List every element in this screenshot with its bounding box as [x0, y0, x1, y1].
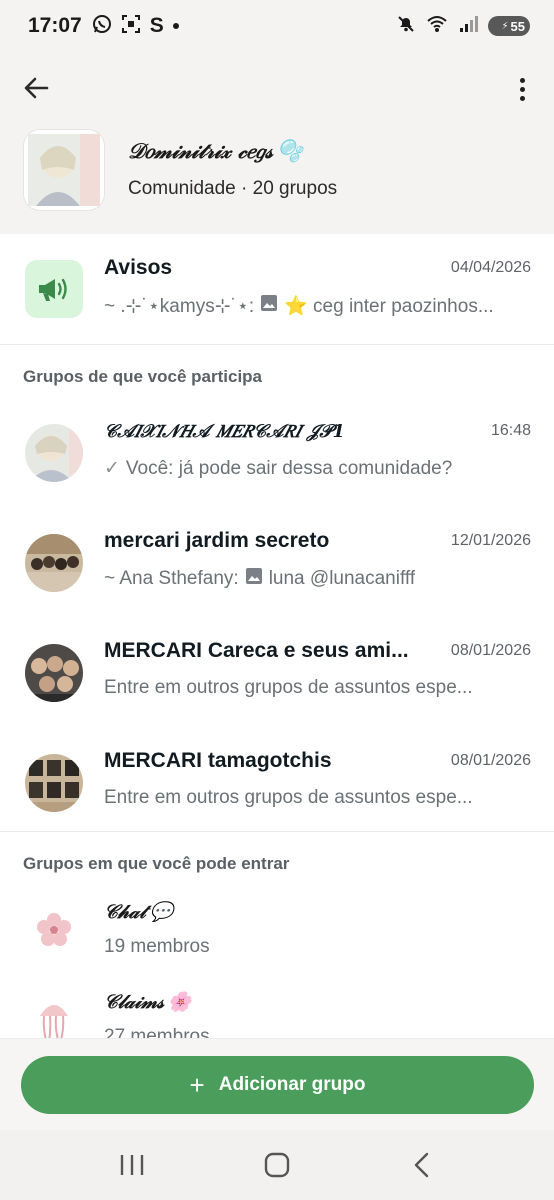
signal-icon	[458, 14, 478, 39]
joinable-group-title: 𝒞𝒽𝒶𝓉	[104, 900, 146, 923]
megaphone-icon	[39, 278, 67, 301]
group-preview-sender: ~ Ana Sthefany:	[104, 568, 239, 589]
image-icon	[260, 294, 278, 318]
status-time: 17:07	[28, 14, 82, 37]
group-row[interactable]: MERCARI Careca e seus ami... 08/01/2026 …	[0, 617, 554, 727]
joinable-group-row[interactable]: 𝒞𝒽𝒶𝓉 💬 19 membros	[0, 888, 554, 978]
group-preview-text: Entre em outros grupos de assuntos espe.…	[104, 787, 473, 808]
status-bar: 17:07 S ⚡ 55	[0, 0, 554, 52]
jellyfish-icon	[34, 1000, 74, 1042]
announcements-date: 04/04/2026	[450, 259, 531, 276]
announcements-icon-box	[25, 260, 83, 318]
speech-bubble-icon: 💬	[149, 901, 174, 923]
group-time: 08/01/2026	[450, 642, 531, 659]
cherry-blossom-icon: 🌸	[167, 991, 192, 1013]
read-check-icon: ✓	[104, 458, 120, 479]
dot-icon	[172, 23, 179, 29]
flower-icon	[34, 910, 74, 950]
bottom-action-area: + Adicionar grupo	[0, 1038, 554, 1130]
group-avatar	[25, 644, 83, 702]
image-icon	[245, 567, 263, 591]
joinable-section-title: Grupos em que você pode entrar	[23, 854, 290, 873]
announcements-message: ⭐ ceg inter paozinhos...	[284, 296, 494, 317]
announcements-row[interactable]: Avisos 04/04/2026 ~ .⊹˙⋆kamys⊹˙⋆: ⭐ ceg …	[0, 234, 554, 344]
community-avatar[interactable]	[24, 130, 104, 210]
status-left-icons: S	[92, 14, 179, 39]
group-name: MERCARI tamagotchis	[104, 749, 332, 772]
community-subtitle: Comunidade · 20 grupos	[128, 178, 338, 199]
more-options-button[interactable]	[510, 74, 534, 104]
group-avatar	[25, 534, 83, 592]
group-row[interactable]: mercari jardim secreto 12/01/2026 ~ Ana …	[0, 507, 554, 617]
screenshot-icon	[121, 14, 141, 39]
community-emoji: 🫧	[276, 138, 303, 163]
joinable-group-members: 19 membros	[104, 936, 210, 957]
plus-icon: +	[189, 1070, 205, 1100]
whatsapp-icon	[92, 14, 112, 39]
more-options-icon	[519, 77, 525, 83]
group-time: 08/01/2026	[450, 752, 531, 769]
more-options-dot	[519, 86, 525, 92]
nav-back-icon	[414, 1152, 428, 1178]
joinable-group-name: 𝒞𝒽𝒶𝓉 💬	[104, 900, 174, 924]
group-preview: Entre em outros grupos de assuntos espe.…	[104, 677, 473, 699]
wifi-icon	[426, 14, 448, 39]
announcements-preview: ~ .⊹˙⋆kamys⊹˙⋆: ⭐ ceg inter paozinhos...	[104, 294, 494, 318]
nav-back-button[interactable]	[397, 1145, 447, 1185]
community-title: 𝒟𝑜𝓂𝒾𝓃𝒾𝓉𝓇𝒾𝓍 𝒸𝑒𝑔𝓈 🫧	[128, 138, 303, 164]
mute-icon	[396, 14, 416, 39]
battery-indicator: ⚡ 55	[488, 16, 530, 36]
group-preview: Entre em outros grupos de assuntos espe.…	[104, 787, 473, 809]
status-right-icons: ⚡ 55	[396, 14, 530, 39]
home-button[interactable]	[252, 1145, 302, 1185]
group-preview-text: luna @lunacanifff	[268, 568, 416, 589]
joinable-group-name: 𝒞𝓁𝒶𝒾𝓂𝓈 🌸	[104, 990, 192, 1014]
add-group-button[interactable]: + Adicionar grupo	[21, 1056, 534, 1114]
back-button[interactable]	[20, 72, 52, 104]
group-preview: ✓ Você: já pode sair dessa comunidade?	[104, 457, 452, 480]
back-arrow-icon	[24, 77, 49, 99]
recent-apps-icon	[121, 1155, 144, 1175]
group-preview: ~ Ana Sthefany: luna @lunacanifff	[104, 567, 415, 591]
battery-icon: ⚡	[501, 20, 509, 32]
group-avatar	[25, 424, 83, 482]
group-row[interactable]: 𝒞𝒜𝐼𝒳𝐼𝒩𝐻𝒜 𝑀𝐸𝑅𝒞𝒜𝑅𝐼 𝒥𝒫1 16:48 ✓ Você: já po…	[0, 397, 554, 507]
community-group-list: Avisos 04/04/2026 ~ .⊹˙⋆kamys⊹˙⋆: ⭐ ceg …	[0, 234, 554, 1068]
group-name: mercari jardim secreto	[104, 529, 330, 552]
group-row[interactable]: MERCARI tamagotchis 08/01/2026 Entre em …	[0, 727, 554, 837]
group-preview-text: Entre em outros grupos de assuntos espe.…	[104, 677, 473, 698]
system-nav-bar	[0, 1130, 554, 1200]
announcements-name: Avisos	[104, 256, 173, 279]
battery-level: 55	[510, 18, 525, 34]
community-header: 𝒟𝑜𝓂𝒾𝓃𝒾𝓉𝓇𝒾𝓍 𝒸𝑒𝑔𝓈 🫧 Comunidade · 20 grupos	[0, 52, 554, 234]
home-icon	[264, 1152, 290, 1178]
group-avatar	[25, 754, 83, 812]
s-icon: S	[149, 14, 164, 37]
announcements-sender: ~ .⊹˙⋆kamys⊹˙⋆:	[104, 295, 255, 317]
group-preview-text: Você: já pode sair dessa comunidade?	[125, 457, 453, 479]
recent-apps-button[interactable]	[107, 1145, 157, 1185]
community-name: 𝒟𝑜𝓂𝒾𝓃𝒾𝓉𝓇𝒾𝓍 𝒸𝑒𝑔𝓈	[128, 138, 273, 163]
group-name: 𝒞𝒜𝐼𝒳𝐼𝒩𝐻𝒜 𝑀𝐸𝑅𝒞𝒜𝑅𝐼 𝒥𝒫1	[104, 421, 345, 442]
group-time: 12/01/2026	[450, 532, 531, 549]
joinable-group-title: 𝒞𝓁𝒶𝒾𝓂𝓈	[104, 990, 164, 1013]
group-name: MERCARI Careca e seus ami...	[104, 639, 409, 662]
more-options-dot	[519, 95, 525, 101]
group-time: 16:48	[490, 422, 531, 439]
add-group-label: Adicionar grupo	[218, 1074, 366, 1095]
